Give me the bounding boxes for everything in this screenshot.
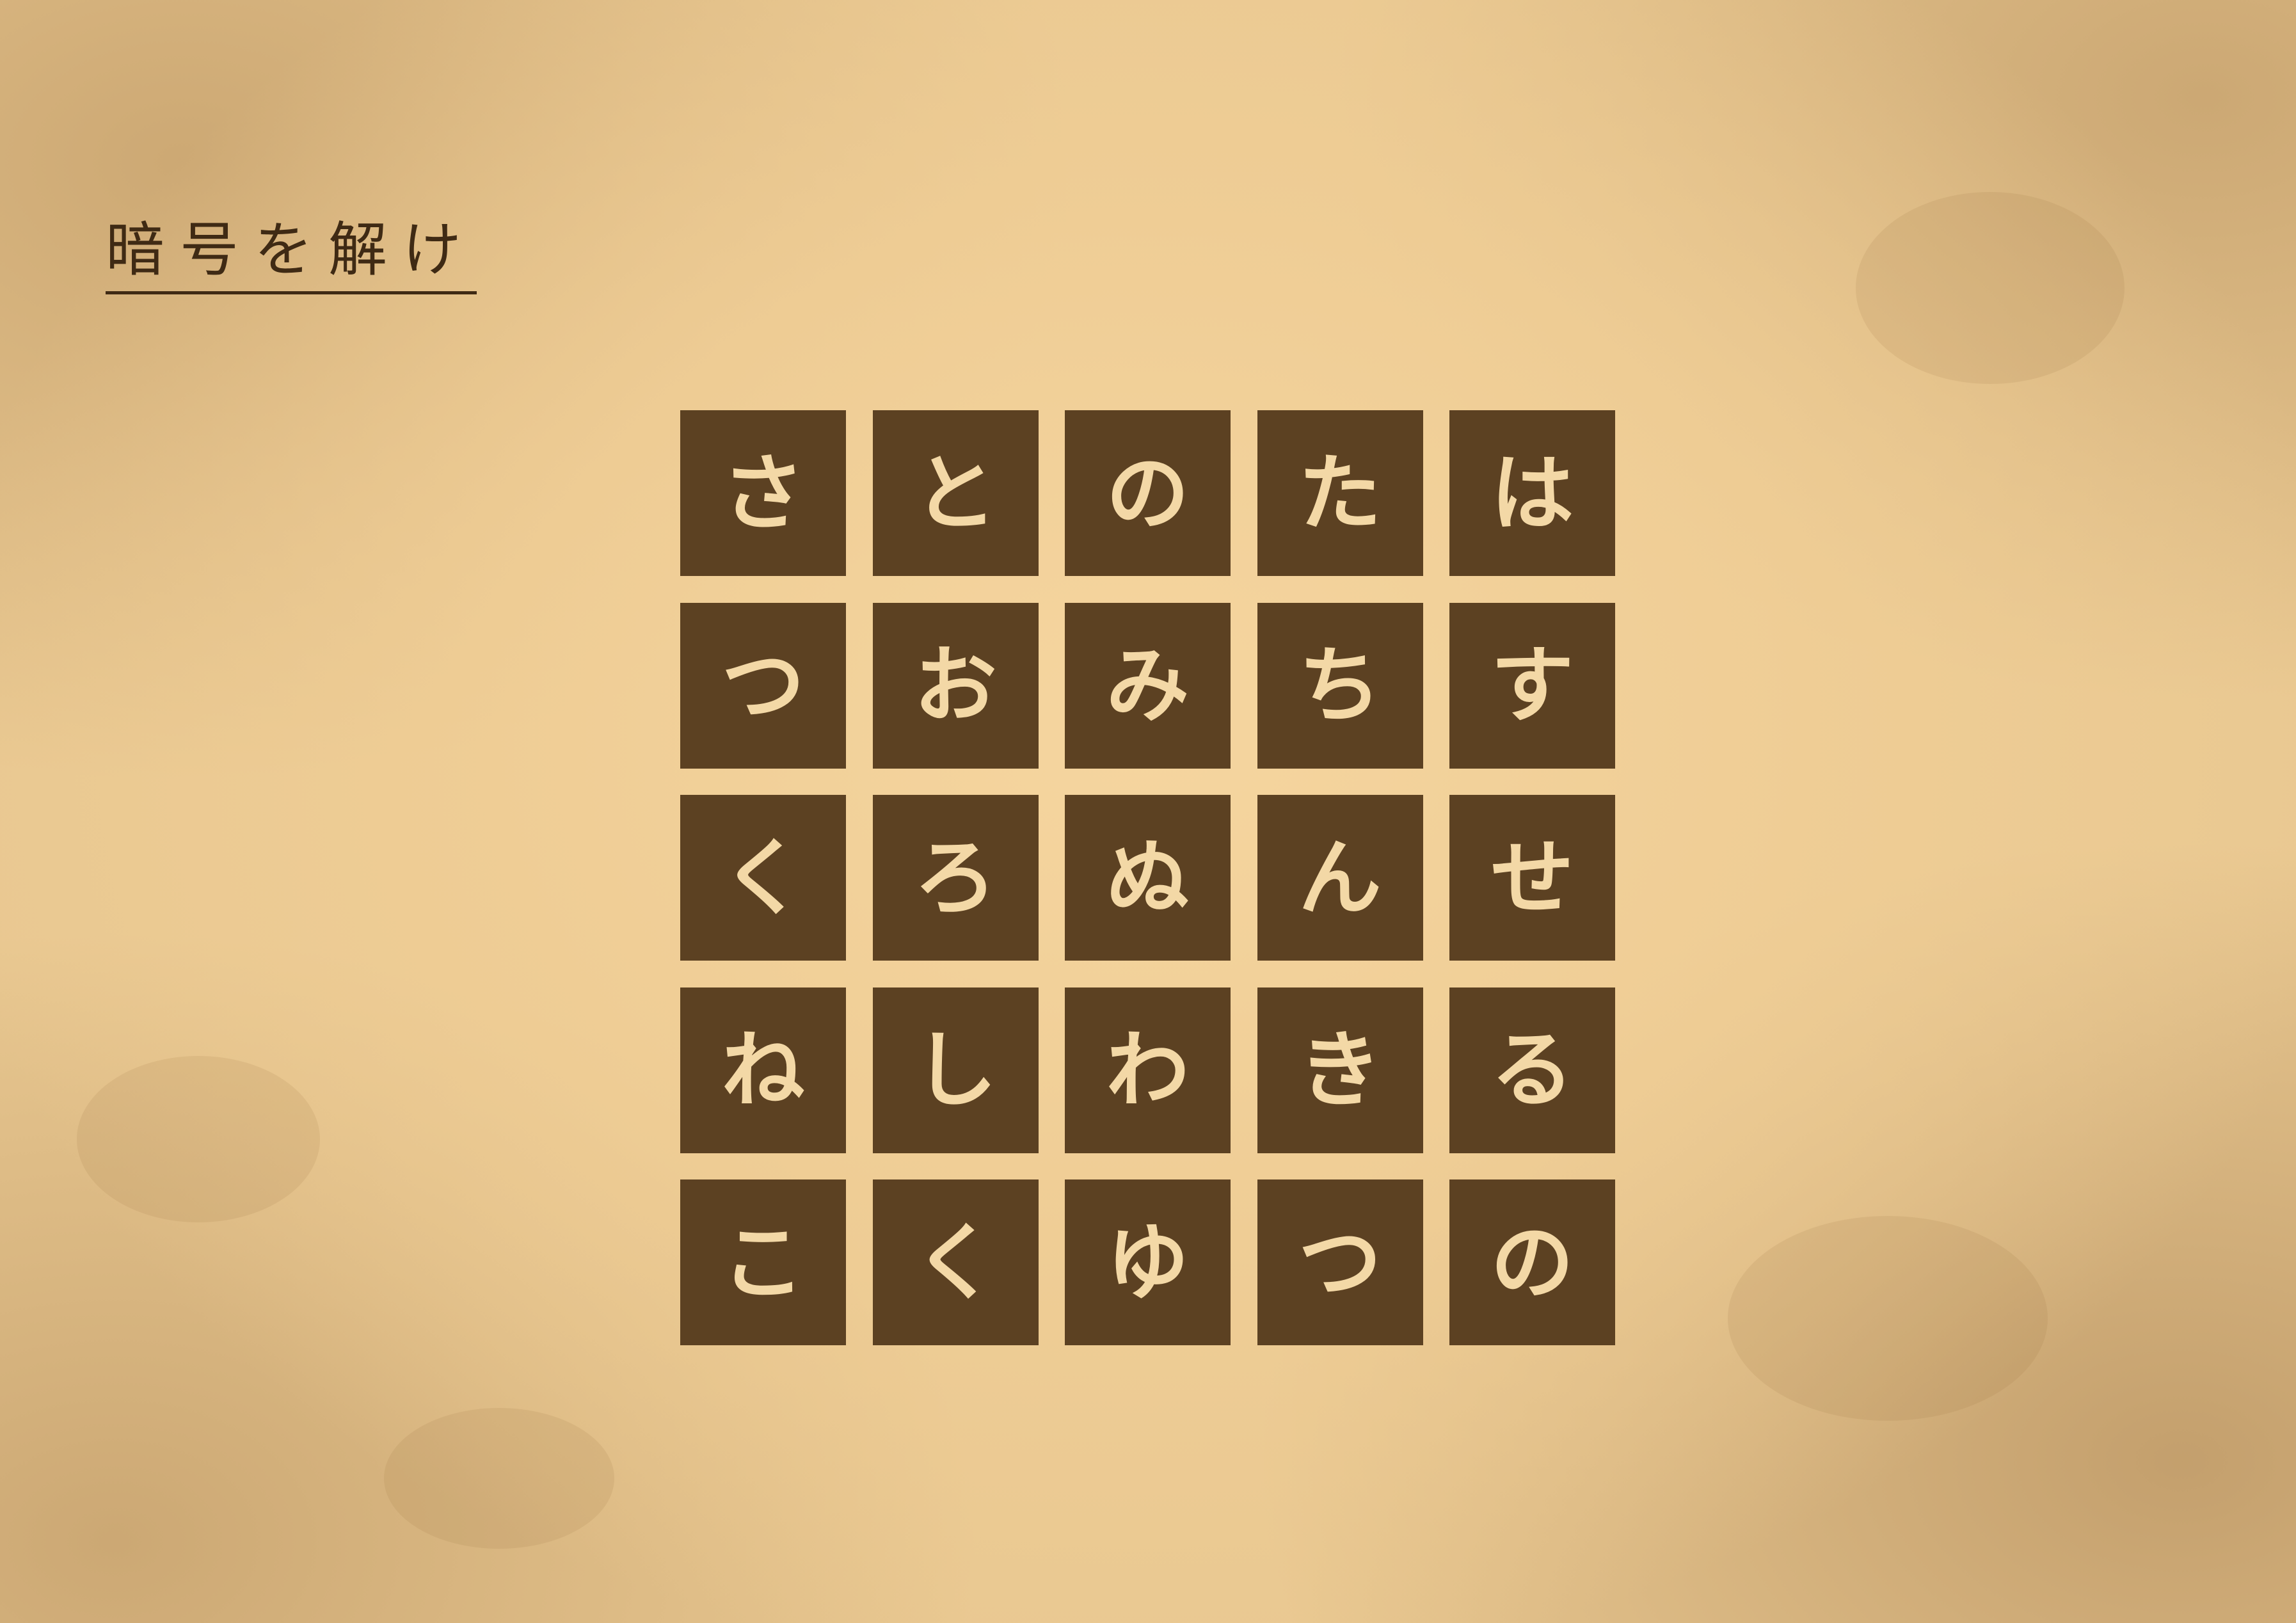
cipher-tile[interactable]: み <box>1065 602 1231 769</box>
cipher-tile[interactable]: ぬ <box>1065 795 1231 961</box>
paper-stain <box>1856 192 2125 384</box>
cipher-tile[interactable]: ゆ <box>1065 1179 1231 1345</box>
cipher-tile[interactable]: わ <box>1065 987 1231 1153</box>
cipher-tile[interactable]: た <box>1257 410 1423 576</box>
cipher-tile[interactable]: つ <box>680 602 846 769</box>
cipher-tile[interactable]: ち <box>1257 602 1423 769</box>
puzzle-title: 暗号を解け <box>106 221 477 294</box>
cipher-tile[interactable]: ん <box>1257 795 1423 961</box>
cipher-tile[interactable]: ね <box>680 987 846 1153</box>
cipher-tile[interactable]: す <box>1449 602 1615 769</box>
cipher-tile[interactable]: き <box>1257 987 1423 1153</box>
cipher-tile[interactable]: る <box>1449 987 1615 1153</box>
cipher-tile[interactable]: こ <box>680 1179 846 1345</box>
cipher-tile[interactable]: さ <box>680 410 846 576</box>
cipher-tile[interactable]: お <box>872 602 1039 769</box>
cipher-tile[interactable]: く <box>680 795 846 961</box>
cipher-tile[interactable]: く <box>872 1179 1039 1345</box>
cipher-tile[interactable]: ろ <box>872 795 1039 961</box>
cipher-tile[interactable]: し <box>872 987 1039 1153</box>
cipher-tile[interactable]: は <box>1449 410 1615 576</box>
cipher-grid: さ と の た は つ お み ち す く ろ ぬ ん せ ね し わ き る … <box>680 410 1615 1345</box>
paper-stain <box>1728 1216 2048 1421</box>
paper-stain <box>384 1408 614 1549</box>
cipher-tile[interactable]: つ <box>1257 1179 1423 1345</box>
cipher-tile[interactable]: の <box>1065 410 1231 576</box>
cipher-tile[interactable]: と <box>872 410 1039 576</box>
cipher-tile[interactable]: の <box>1449 1179 1615 1345</box>
cipher-tile[interactable]: せ <box>1449 795 1615 961</box>
paper-stain <box>77 1056 320 1222</box>
